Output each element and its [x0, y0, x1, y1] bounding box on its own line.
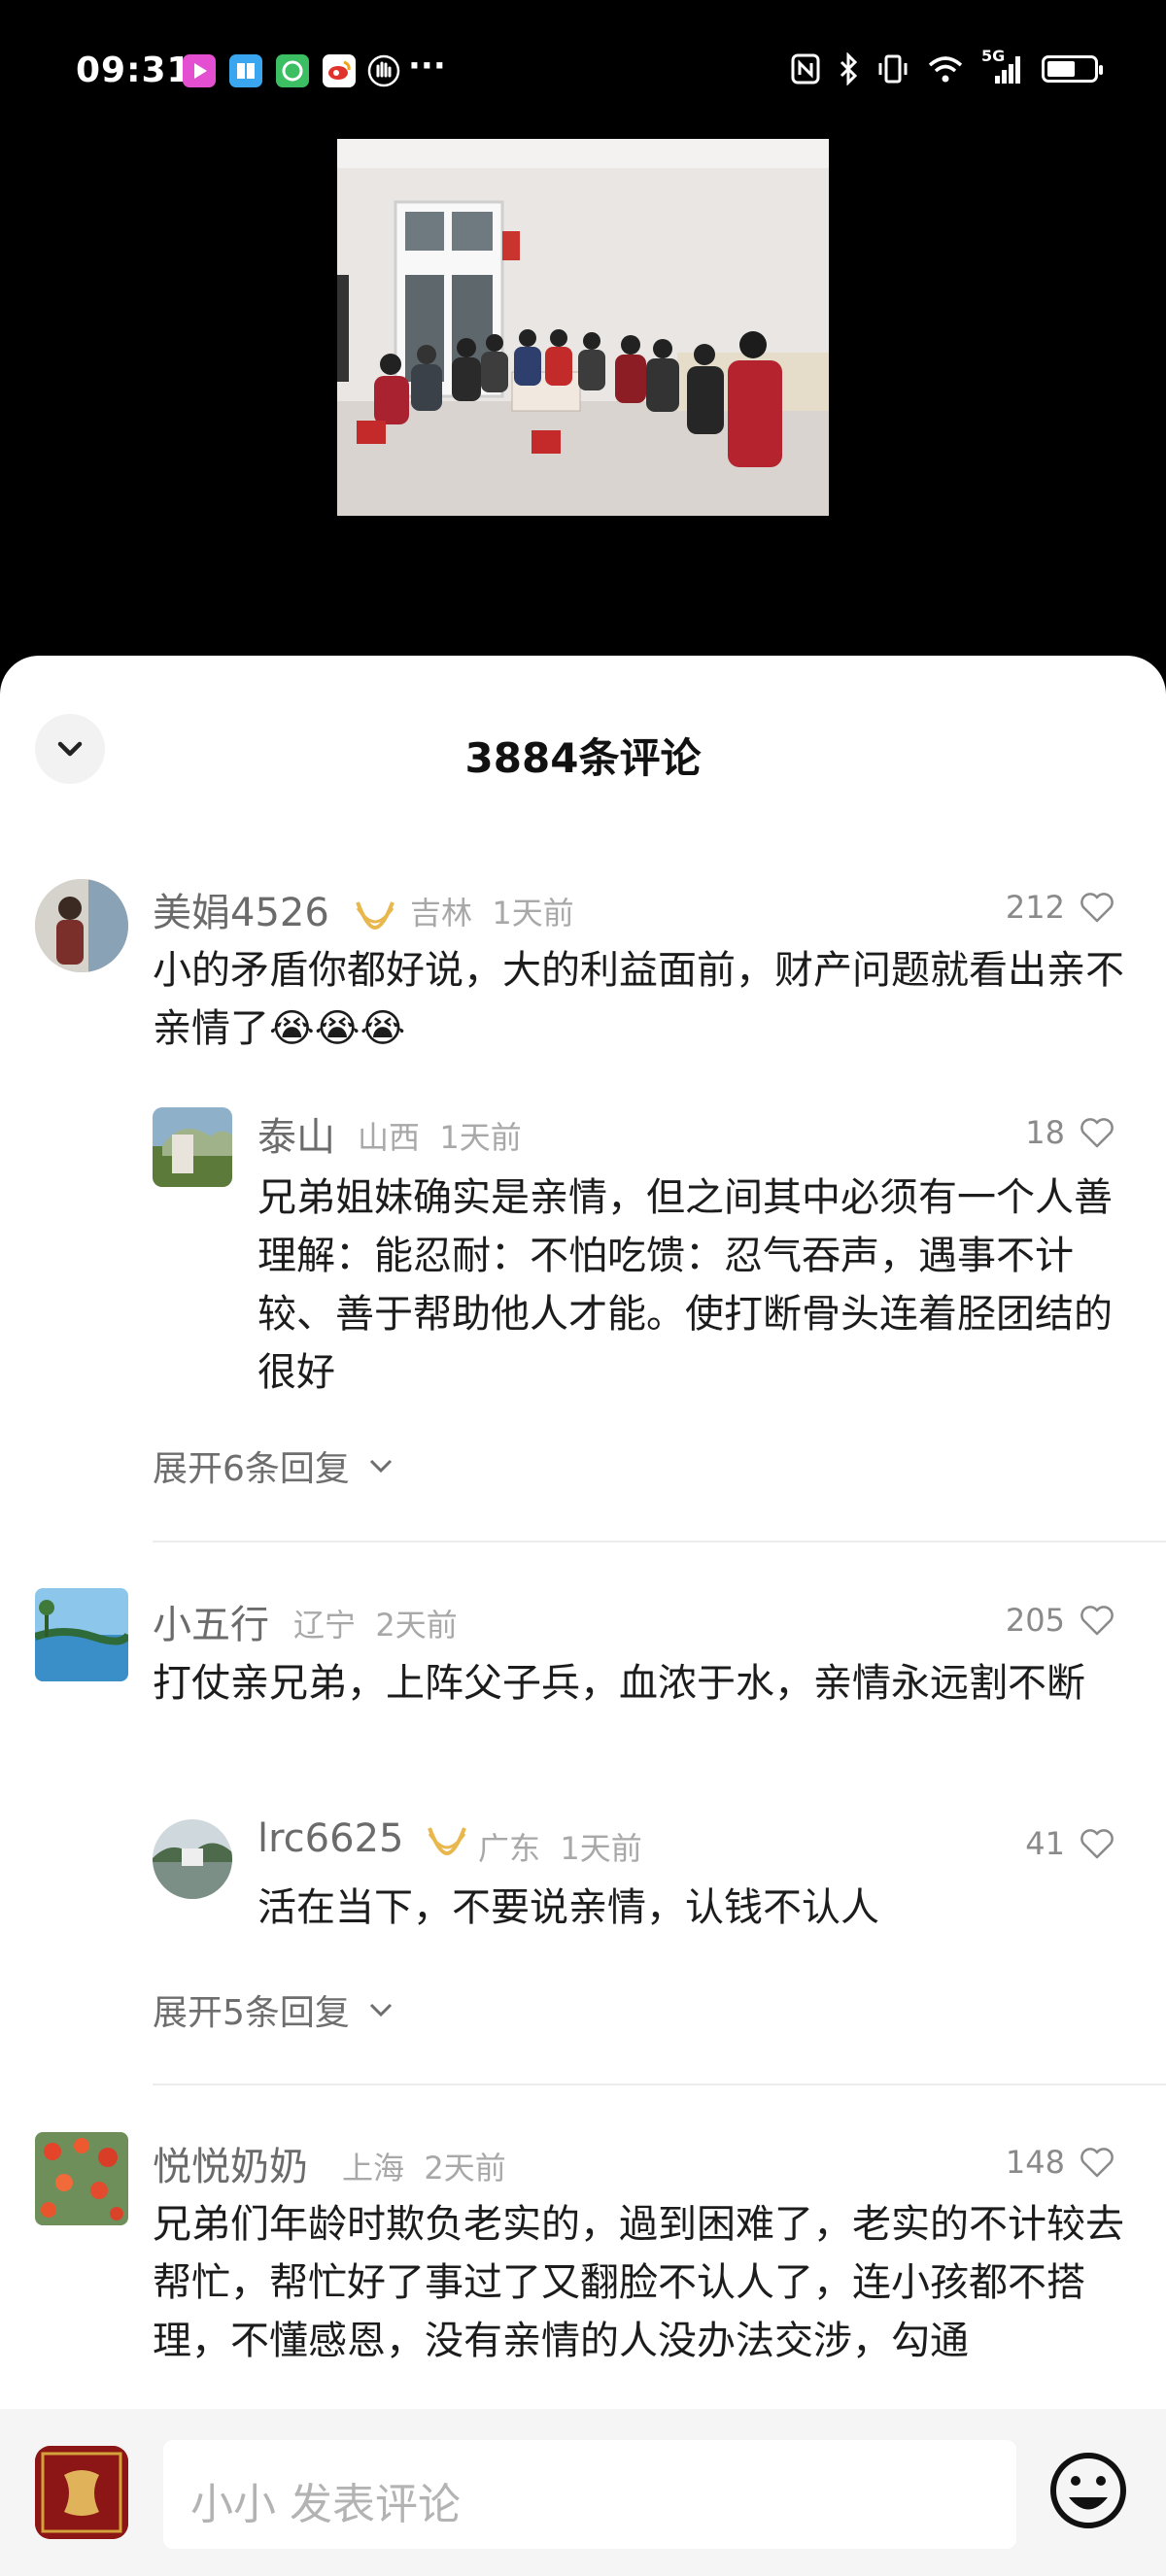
reply-avatar[interactable] — [153, 1819, 232, 1899]
reply-text: 活在当下，不要说亲情，认钱不认人 — [257, 1885, 879, 1930]
like-button[interactable]: 205 — [1006, 1602, 1115, 1639]
nfc-icon — [791, 53, 820, 85]
expand-replies-label: 展开5条回复 — [153, 1993, 350, 2033]
comment-username[interactable]: 美娟4526 — [153, 881, 396, 937]
comment-location: 辽宁 — [293, 1607, 357, 1644]
bluetooth-icon — [840, 52, 858, 85]
comment-username[interactable]: 小五行 — [153, 1593, 269, 1649]
status-right-icons: 5G — [791, 47, 1103, 85]
chevron-down-icon — [369, 2003, 392, 2017]
like-button[interactable]: 148 — [1006, 2144, 1115, 2181]
comment-location: 上海 — [342, 2150, 405, 2186]
divider — [153, 1541, 1166, 1542]
like-count: 18 — [1025, 1114, 1065, 1151]
comment-location: 吉林 — [410, 895, 473, 932]
like-count: 212 — [1005, 889, 1065, 926]
reply-like-button[interactable]: 41 — [1025, 1825, 1115, 1862]
video-app-icon — [183, 54, 216, 87]
comment-input-bar: 小小 发表评论 — [0, 2409, 1166, 2576]
reply-username[interactable]: 泰山 — [257, 1105, 335, 1162]
heart-icon — [1080, 1829, 1114, 1859]
vip-badge-icon — [428, 1827, 467, 1856]
battery-level — [1047, 61, 1075, 77]
reply-meta: 广东 1天前 — [478, 1824, 642, 1869]
reader-app-icon — [229, 54, 262, 87]
like-button[interactable]: 212 — [1006, 889, 1115, 926]
vibrate-icon — [878, 54, 908, 84]
heart-icon — [1080, 893, 1114, 923]
comment-meta: 辽宁 2天前 — [293, 1601, 458, 1645]
comment-time: 1天前 — [492, 895, 574, 932]
vip-badge-icon — [355, 901, 394, 931]
smile-emoji-icon — [1050, 2453, 1126, 2528]
reply-location: 广东 — [478, 1830, 541, 1867]
emoji-button[interactable] — [1040, 2444, 1137, 2541]
like-count: 148 — [1005, 2144, 1065, 2181]
comment-text: 兄弟们年龄时欺负老实的，過到困难了，老实的不计较去帮忙，帮忙好了事过了又翻脸不认… — [153, 2202, 1124, 2363]
video-thumbnail[interactable] — [337, 139, 829, 516]
reply-time: 1天前 — [560, 1830, 642, 1867]
status-time: 09:31 — [76, 51, 192, 90]
expand-replies-button[interactable]: 展开5条回复 — [153, 1984, 394, 2035]
avatar[interactable] — [35, 1588, 128, 1681]
status-more-dots: ··· — [408, 47, 446, 85]
my-avatar[interactable] — [35, 2446, 128, 2539]
reply-like-button[interactable]: 18 — [1025, 1114, 1115, 1151]
comment-time: 2天前 — [424, 2150, 506, 2186]
heart-icon — [1080, 2148, 1114, 2178]
comments-sheet: 3884条评论 美娟4526 吉林 1天前 212 小的矛盾你都好说，大的利益面… — [0, 656, 1166, 2576]
reply-text: 兄弟姐妹确实是亲情，但之间其中必须有一个人善理解：能忍耐：不怕吃馈：忍气吞声，遇… — [257, 1175, 1113, 1395]
like-count: 205 — [1005, 1602, 1065, 1639]
comment-text: 小的矛盾你都好说，大的利益面前，财产问题就看出亲不亲情了😭😭😭 — [153, 948, 1124, 1051]
comments-count-title: 3884条评论 — [464, 734, 702, 782]
weibo-app-icon — [323, 54, 356, 87]
reply-username[interactable]: lrc6625 — [257, 1816, 468, 1861]
refresh-app-icon — [276, 54, 309, 87]
status-bar: 09:31 ··· 5G — [0, 0, 1166, 146]
like-count: 41 — [1025, 1825, 1065, 1862]
comment-input-placeholder: 小小 发表评论 — [190, 2480, 461, 2529]
comment-username[interactable]: 悦悦奶奶 — [153, 2135, 308, 2191]
hand-app-icon — [367, 54, 400, 87]
comment-meta: 吉林 1天前 — [410, 889, 574, 933]
chevron-down-icon — [369, 1459, 392, 1474]
heart-icon — [1080, 1118, 1114, 1148]
expand-replies-button[interactable]: 展开6条回复 — [153, 1441, 394, 1491]
comment-text: 打仗亲兄弟，上阵父子兵，血浓于水，亲情永远割不断 — [153, 1661, 1085, 1706]
wifi-icon — [928, 56, 963, 83]
reply-location: 山西 — [358, 1119, 421, 1156]
heart-icon — [1080, 1606, 1114, 1636]
comment-input[interactable]: 小小 发表评论 — [163, 2440, 1016, 2549]
signal-icon: 5G — [981, 47, 1024, 85]
battery-icon — [1042, 55, 1103, 83]
avatar[interactable] — [35, 2132, 128, 2225]
avatar[interactable] — [35, 879, 128, 972]
reply-avatar[interactable] — [153, 1107, 232, 1187]
reply-time: 1天前 — [439, 1119, 522, 1156]
reply-meta: 山西 1天前 — [358, 1113, 522, 1158]
divider — [153, 2084, 1166, 2085]
expand-replies-label: 展开6条回复 — [153, 1449, 350, 1489]
comment-meta: 上海 2天前 — [342, 2144, 506, 2188]
comment-time: 2天前 — [375, 1607, 458, 1644]
